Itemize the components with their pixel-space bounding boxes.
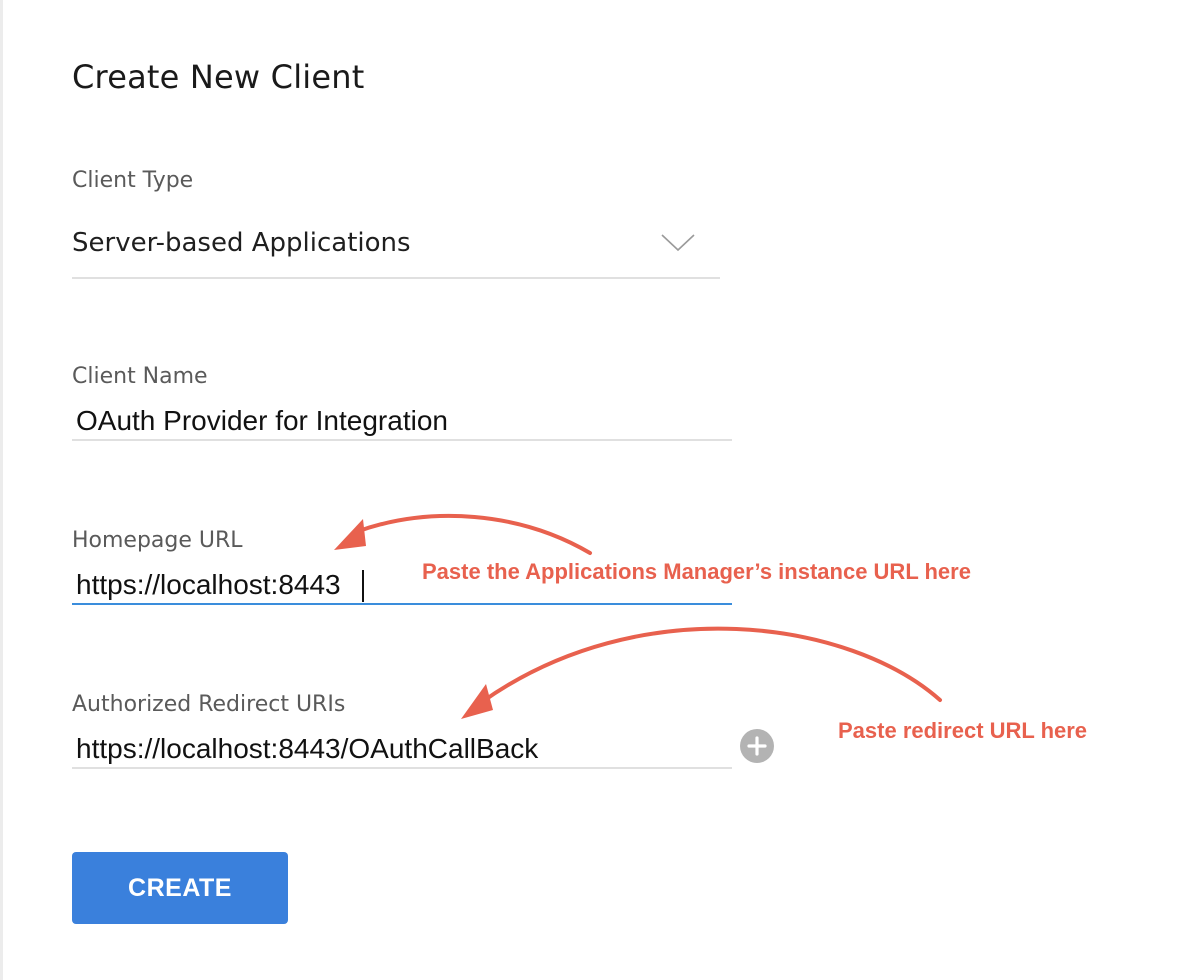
client-type-underline xyxy=(72,277,720,279)
client-name-label: Client Name xyxy=(72,364,208,389)
homepage-annotation: Paste the Applications Manager’s instanc… xyxy=(422,559,971,584)
client-name-underline xyxy=(72,439,732,441)
chevron-down-icon[interactable] xyxy=(660,232,696,252)
page-left-border xyxy=(0,0,3,980)
homepage-annotation-arrow xyxy=(334,513,592,555)
client-type-selected-value[interactable]: Server-based Applications xyxy=(72,228,411,258)
homepage-url-label: Homepage URL xyxy=(72,528,243,553)
redirect-uris-label: Authorized Redirect URIs xyxy=(72,692,346,717)
redirect-uri-underline xyxy=(72,767,732,769)
homepage-url-underline xyxy=(72,603,732,605)
text-caret xyxy=(362,570,364,602)
client-name-input[interactable] xyxy=(72,401,732,441)
page-title: Create New Client xyxy=(72,58,365,96)
annotation-arrows xyxy=(334,513,942,719)
create-button[interactable]: CREATE xyxy=(72,852,288,924)
plus-circle-icon[interactable] xyxy=(740,729,774,763)
redirect-annotation-arrow xyxy=(461,626,942,719)
client-type-label: Client Type xyxy=(72,168,194,193)
redirect-annotation: Paste redirect URL here xyxy=(838,718,1088,743)
redirect-uri-input[interactable] xyxy=(72,729,732,769)
